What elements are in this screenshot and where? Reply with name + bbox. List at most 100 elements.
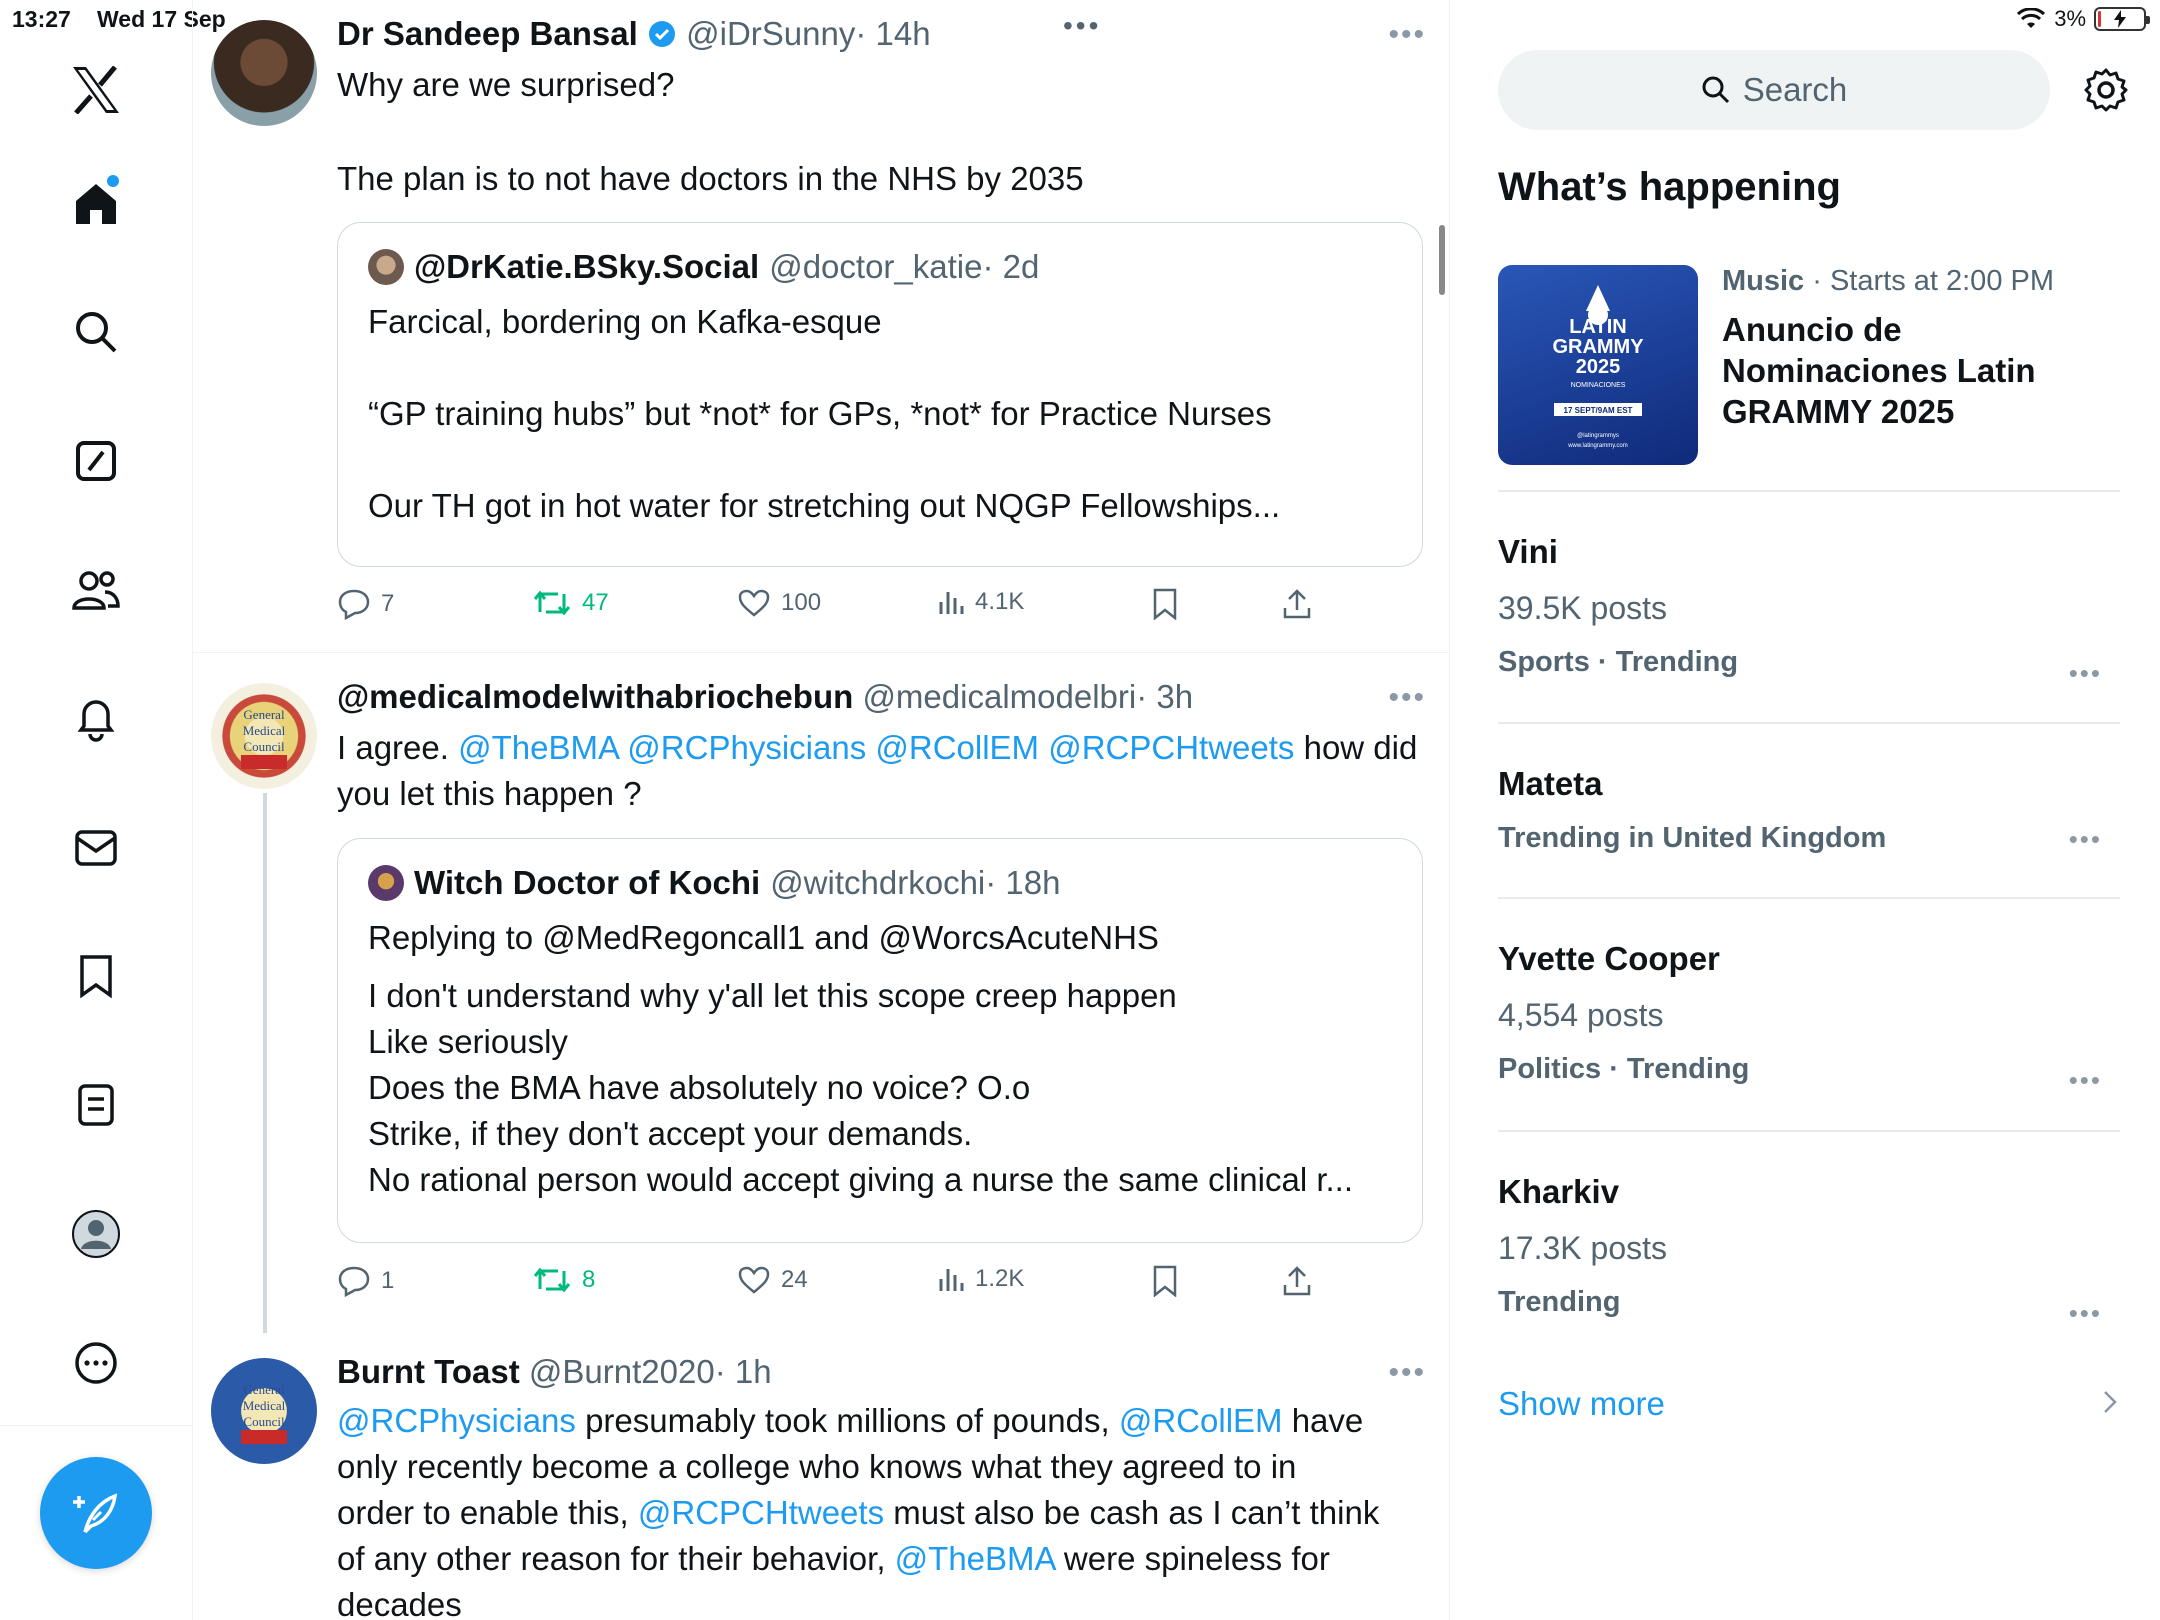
author-handle[interactable]: @iDrSunny <box>686 15 855 52</box>
quoted-tweet[interactable]: Witch Doctor of Kochi @witchdrkochi· 18h… <box>337 838 1423 1243</box>
tweet-actions: 7 47 100 4.1K <box>337 588 1337 628</box>
views-icon <box>939 592 964 614</box>
tweet-text: order to enable this, @RCPCHtweets must … <box>337 1494 1380 1531</box>
quote-avatar <box>368 865 404 901</box>
event-image: LATIN GRAMMY 2025 NOMINACIONES 17 SEPT/9… <box>1498 265 1698 465</box>
reply-count: 7 <box>381 590 395 617</box>
show-more-link[interactable]: Show more <box>1498 1385 1665 1423</box>
thread-line <box>263 793 267 1333</box>
bookmarks-icon[interactable] <box>64 944 128 1008</box>
trend-category: Trending <box>1498 1286 1621 1318</box>
trend-item[interactable]: Yvette Cooper 4,554 posts Politics · Tre… <box>1498 937 2120 1095</box>
tweet-more-icon[interactable]: ••• <box>1388 1356 1426 1390</box>
trend-more-icon[interactable]: ••• <box>2069 1298 2102 1329</box>
reply-button[interactable]: 7 <box>337 588 394 620</box>
settings-gear-icon[interactable] <box>2080 64 2132 116</box>
tweet-text: only recently become a college who knows… <box>337 1448 1297 1485</box>
repost-button[interactable]: 8 <box>532 1265 595 1295</box>
trend-item[interactable]: Kharkiv 17.3K posts Trending ••• <box>1498 1170 2120 1328</box>
reply-button[interactable]: 1 <box>337 1265 394 1297</box>
tweet-text: you let this happen ? <box>337 775 642 812</box>
divider <box>1498 897 2120 899</box>
svg-text:17 SEPT/9AM EST: 17 SEPT/9AM EST <box>1564 406 1633 415</box>
like-button[interactable]: 24 <box>737 1265 808 1295</box>
heart-icon <box>738 589 770 617</box>
replying-to[interactable]: Replying to @MedRegoncall1 and @WorcsAcu… <box>368 915 1392 961</box>
notifications-icon[interactable] <box>64 687 128 751</box>
trend-more-icon[interactable]: ••• <box>2069 824 2102 855</box>
mention-link[interactable]: @RCPCHtweets <box>638 1494 884 1531</box>
timeline: ••• Dr Sandeep Bansal @iDrSunny· 14h •••… <box>193 0 1450 1620</box>
bookmark-button[interactable] <box>1152 588 1178 620</box>
mention-link[interactable]: @RCPhysicians <box>337 1402 576 1439</box>
event-card[interactable]: LATIN GRAMMY 2025 NOMINACIONES 17 SEPT/9… <box>1498 265 2120 495</box>
messages-icon[interactable] <box>64 816 128 880</box>
tweet-more-icon[interactable]: ••• <box>1388 18 1426 52</box>
mention-link[interactable]: @TheBMA <box>895 1540 1055 1577</box>
quote-author-handle: @doctor_katie· 2d <box>769 248 1040 285</box>
author-name[interactable]: Burnt Toast <box>337 1353 520 1390</box>
x-logo-icon[interactable] <box>64 58 128 122</box>
search-input[interactable]: Search <box>1498 50 2050 130</box>
quote-header: @DrKatie.BSky.Social @doctor_katie· 2d <box>368 247 1392 287</box>
repost-icon <box>533 1267 571 1293</box>
quoted-tweet[interactable]: @DrKatie.BSky.Social @doctor_katie· 2d F… <box>337 222 1423 567</box>
avatar[interactable]: General Medical Council <box>211 683 317 789</box>
lists-icon[interactable] <box>64 1073 128 1137</box>
scrollbar[interactable] <box>1439 225 1445 295</box>
bookmark-button[interactable] <box>1152 1265 1178 1297</box>
avatar[interactable]: General Medical Council <box>211 1358 317 1464</box>
trend-item[interactable]: Mateta Trending in United Kingdom ••• <box>1498 762 2120 858</box>
profile-icon[interactable] <box>64 1202 128 1266</box>
author-name[interactable]: @medicalmodelwithabriochebun <box>337 678 853 715</box>
bookmark-icon <box>1153 1265 1177 1297</box>
quote-author-handle: @witchdrkochi· 18h <box>770 864 1061 901</box>
svg-text:@latingrammys: @latingrammys <box>1577 433 1619 439</box>
nav-divider <box>0 1425 193 1426</box>
communities-icon[interactable] <box>64 558 128 622</box>
views-count: 1.2K <box>975 1265 1025 1292</box>
avatar[interactable] <box>211 20 317 126</box>
verified-badge-icon <box>648 21 675 47</box>
trend-more-icon[interactable]: ••• <box>2069 658 2102 689</box>
reply-count: 1 <box>381 1267 395 1294</box>
grok-icon[interactable] <box>64 429 128 493</box>
heart-icon <box>738 1266 770 1294</box>
tweet-header: Burnt Toast @Burnt2020· 1h <box>337 1352 1422 1392</box>
trend-more-icon[interactable]: ••• <box>2069 1065 2102 1096</box>
tweet-more-icon[interactable]: ••• <box>1388 681 1426 715</box>
quote-text: No rational person would accept giving a… <box>368 1161 1354 1198</box>
right-sidebar: Search What’s happening LATIN GRAMMY 202… <box>1450 0 2160 1620</box>
svg-text:GRAMMY: GRAMMY <box>1552 336 1644 358</box>
section-title: What’s happening <box>1498 165 1841 209</box>
chevron-right-icon[interactable] <box>2100 1388 2120 1416</box>
mention-link[interactable]: @RCollEM <box>1119 1402 1283 1439</box>
mentions-link[interactable]: @TheBMA @RCPhysicians @RCollEM @RCPCHtwe… <box>458 729 1294 766</box>
repost-count: 47 <box>582 589 609 616</box>
reply-icon <box>338 589 370 620</box>
quote-text: Strike, if they don't accept your demand… <box>368 1115 973 1152</box>
views-button[interactable]: 4.1K <box>937 588 1024 616</box>
trend-name: Mateta <box>1498 765 1603 802</box>
author-handle[interactable]: @medicalmodelbri <box>862 678 1136 715</box>
trend-name: Vini <box>1498 533 1558 570</box>
compose-feather-icon <box>73 1493 118 1534</box>
author-name[interactable]: Dr Sandeep Bansal <box>337 15 638 52</box>
tweet-divider <box>193 652 1449 653</box>
share-button[interactable] <box>1282 588 1312 620</box>
author-handle[interactable]: @Burnt2020 <box>529 1353 715 1390</box>
svg-text:Council: Council <box>243 1414 285 1429</box>
views-button[interactable]: 1.2K <box>937 1265 1024 1293</box>
search-placeholder: Search <box>1742 71 1848 108</box>
svg-text:Council: Council <box>243 739 285 754</box>
more-icon[interactable] <box>64 1331 128 1395</box>
tweet-time: · 3h <box>1136 678 1194 715</box>
trend-item[interactable]: Vini 39.5K posts Sports · Trending ••• <box>1498 530 2120 688</box>
quote-text: Our TH got in hot water for stretching o… <box>368 487 1281 524</box>
tweet-header: Dr Sandeep Bansal @iDrSunny· 14h <box>337 14 1422 54</box>
share-button[interactable] <box>1282 1265 1312 1297</box>
search-icon[interactable] <box>64 300 128 364</box>
like-button[interactable]: 100 <box>737 588 821 618</box>
repost-button[interactable]: 47 <box>532 588 609 618</box>
compose-post-button[interactable] <box>40 1457 152 1569</box>
